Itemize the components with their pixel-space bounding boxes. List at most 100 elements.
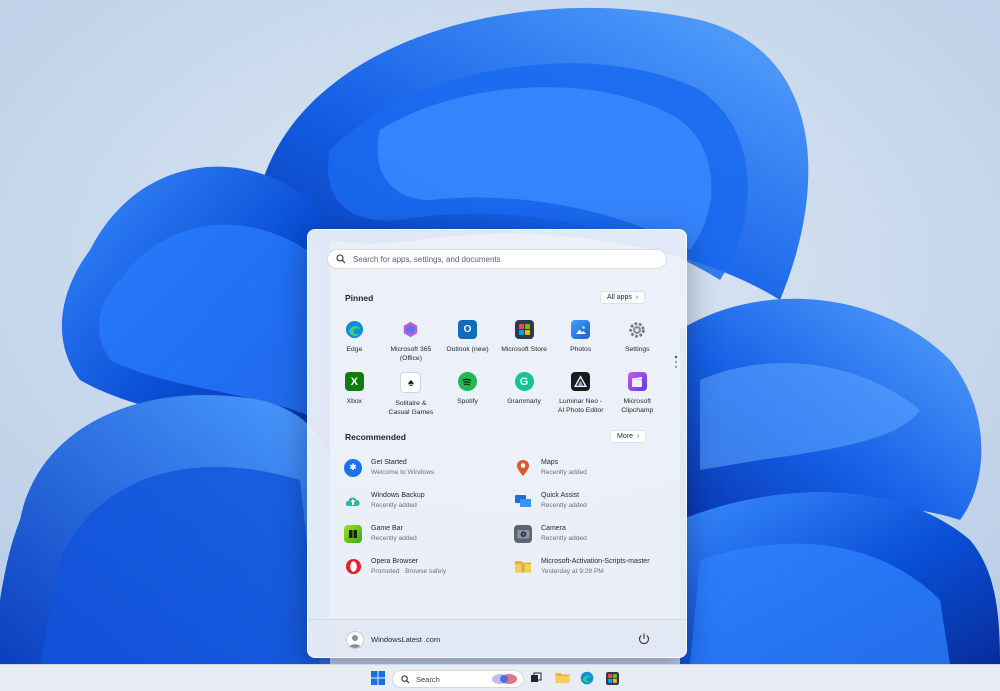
recommended-item-name: Get Started (371, 459, 407, 466)
solitaire-icon: ♠ (400, 372, 422, 393)
store-icon (605, 671, 619, 685)
recommended-item-subtitle: Promoted Browse safely (371, 568, 447, 575)
start-search-input[interactable]: Search for apps, settings, and documents (327, 249, 667, 269)
game-bar-icon (344, 524, 362, 543)
search-placeholder: Search for apps, settings, and documents (353, 254, 501, 264)
windows-logo-icon (371, 671, 385, 685)
more-button[interactable]: More › (610, 430, 647, 443)
pinned-app-label: Settings (624, 346, 650, 353)
backup-icon (344, 492, 362, 510)
pinned-app-label: Photos (570, 346, 592, 353)
task-view-button[interactable] (528, 669, 544, 687)
task-view-icon (531, 672, 542, 682)
pinned-app-label: Luminar Neo - AI Photo Editor (557, 398, 604, 414)
pinned-app-spotify[interactable]: Spotify (439, 370, 496, 420)
recommended-item[interactable]: ✱ Get Started Welcome to Windows (344, 457, 514, 478)
recommended-item-name: Maps (541, 459, 559, 466)
folder-icon (514, 558, 532, 576)
avatar[interactable] (346, 631, 364, 649)
recommended-item[interactable]: Game Bar Recently added (344, 523, 514, 544)
recommended-item[interactable]: Opera Browser Promoted Browse safely (344, 556, 514, 577)
xbox-icon: X (344, 372, 364, 391)
outlook-icon: O (457, 320, 477, 339)
start-menu-footer: WindowsLatest .com (308, 619, 686, 657)
pinned-app-label: Spotify (457, 398, 478, 405)
pinned-app-store[interactable]: Microsoft Store (496, 318, 553, 368)
pinned-app-outlook[interactable]: O Outlook (new) (439, 318, 496, 368)
recommended-item[interactable]: Windows Backup Recently added (344, 490, 514, 511)
quick-assist-icon (514, 492, 532, 510)
search-icon (336, 254, 346, 264)
taskbar-edge[interactable] (578, 669, 596, 687)
chevron-right-icon: › (635, 294, 639, 301)
pinned-app-label: Grammarly (507, 398, 541, 405)
start-button[interactable] (369, 669, 387, 687)
recommended-item-subtitle: Welcome to Windows (371, 469, 435, 476)
photos-icon (571, 320, 591, 339)
recommended-item-name: Camera (541, 525, 566, 532)
taskbar-store[interactable] (603, 669, 621, 687)
recommended-item-subtitle: Recently added (371, 535, 417, 542)
pinned-app-edge[interactable]: Edge (326, 318, 383, 368)
pinned-app-label: Edge (346, 346, 363, 353)
pinned-app-clipchamp[interactable]: Microsoft Clipchamp (609, 370, 666, 420)
folder-icon (555, 673, 569, 683)
recommended-item-subtitle: Recently added (541, 502, 587, 509)
pinned-app-xbox[interactable]: X Xbox (326, 370, 383, 420)
camera-icon (514, 524, 532, 543)
taskbar: Search (0, 664, 1000, 691)
recommended-list: ✱ Get Started Welcome to Windows Maps Rece… (344, 457, 674, 577)
pinned-app-solitaire[interactable]: ♠ Solitaire & Casual Games (383, 370, 440, 420)
recommended-item[interactable]: Microsoft-Activation-Scripts-master Yeste… (514, 556, 674, 577)
grammarly-icon: G (514, 372, 534, 391)
all-apps-label: All apps (607, 294, 632, 301)
luminar-icon (571, 372, 591, 391)
pinned-apps-grid: Edge Microsoft 365 (Office) O Outlook (n… (326, 318, 666, 420)
pinned-app-microsoft-365[interactable]: Microsoft 365 (Office) (383, 318, 440, 368)
taskbar-file-explorer[interactable] (553, 669, 571, 687)
recommended-item-name: Microsoft-Activation-Scripts-master (541, 558, 650, 565)
recommended-item[interactable]: Camera Recently added (514, 523, 674, 544)
edge-icon (345, 320, 364, 339)
all-apps-button[interactable]: All apps › (600, 291, 646, 304)
search-highlight-icon (492, 674, 517, 684)
chevron-right-icon: › (636, 433, 640, 440)
recommended-item-subtitle: Recently added (541, 535, 587, 542)
recommended-item-name: Game Bar (371, 525, 403, 532)
recommended-title: Recommended (345, 432, 406, 442)
get-started-icon: ✱ (344, 458, 362, 477)
maps-icon (514, 459, 532, 477)
pinned-app-label: Microsoft Store (501, 346, 547, 353)
start-menu: Search for apps, settings, and documents… (307, 229, 687, 658)
taskbar-search-box[interactable]: Search (392, 670, 524, 688)
recommended-item-name: Windows Backup (371, 492, 425, 499)
pinned-title: Pinned (345, 293, 374, 303)
pinned-app-label: Microsoft Clipchamp (621, 398, 654, 414)
more-label: More (617, 433, 633, 440)
recommended-item[interactable]: Quick Assist Recently added (514, 490, 674, 511)
edge-icon (580, 671, 594, 685)
recommended-item-subtitle: Recently added (541, 469, 587, 476)
recommended-item-subtitle: Recently added (371, 502, 417, 509)
recommended-item-name: Quick Assist (541, 492, 580, 499)
search-icon (401, 674, 410, 683)
store-icon (514, 320, 534, 339)
page-indicator[interactable] (674, 355, 678, 369)
pinned-app-settings[interactable]: Settings (609, 318, 666, 368)
pinned-app-luminar[interactable]: Luminar Neo - AI Photo Editor (552, 370, 609, 420)
pinned-app-label: Outlook (new) (446, 346, 489, 353)
microsoft-365-icon (401, 320, 420, 339)
pinned-app-photos[interactable]: Photos (552, 318, 609, 368)
pinned-app-grammarly[interactable]: G Grammarly (496, 370, 553, 420)
user-name[interactable]: WindowsLatest .com (371, 635, 440, 644)
recommended-item-name: Opera Browser (371, 558, 419, 565)
recommended-item-subtitle: Yesterday at 9:28 PM (541, 568, 604, 575)
gear-icon (628, 320, 647, 339)
pinned-app-label: Solitaire & Casual Games (388, 400, 434, 416)
pinned-app-label: Microsoft 365 (Office) (390, 346, 432, 362)
recommended-item[interactable]: Maps Recently added (514, 457, 674, 478)
opera-icon (344, 558, 362, 576)
power-icon[interactable] (637, 632, 651, 646)
taskbar-search-label: Search (416, 674, 440, 684)
clipchamp-icon (627, 372, 647, 391)
